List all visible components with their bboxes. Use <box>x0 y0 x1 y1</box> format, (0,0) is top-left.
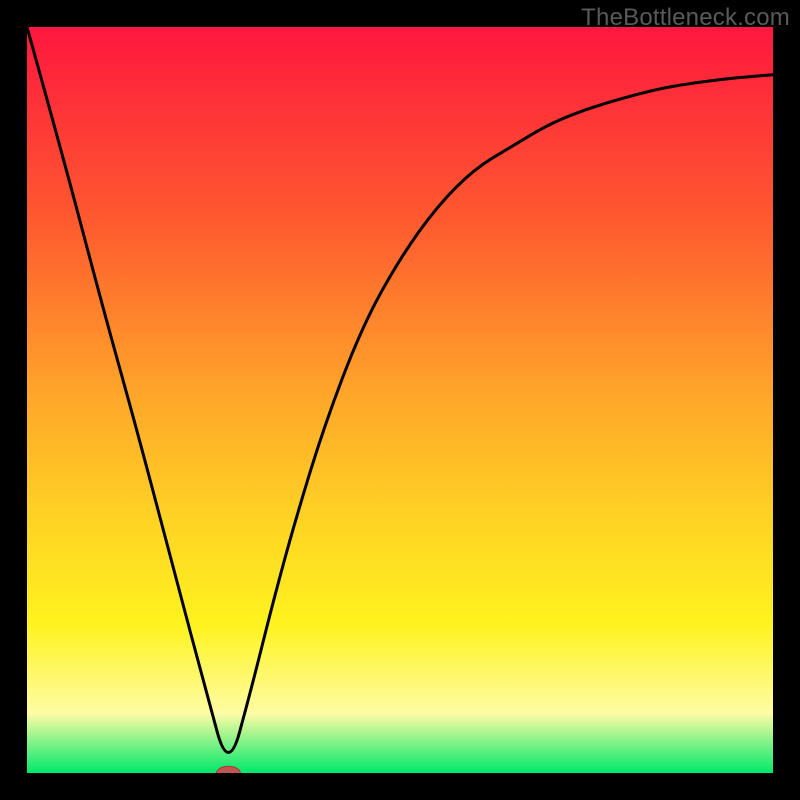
plot-area <box>27 27 773 773</box>
chart-svg <box>27 27 773 773</box>
watermark-text: TheBottleneck.com <box>581 4 790 32</box>
chart-frame: TheBottleneck.com <box>0 0 800 800</box>
gradient-background <box>27 27 773 773</box>
